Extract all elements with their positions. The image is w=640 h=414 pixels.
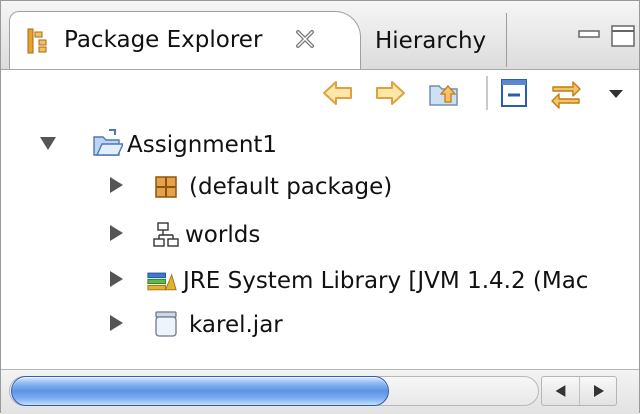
collapsed-triangle-icon[interactable] [107,224,125,242]
horizontal-scrollbar[interactable] [1,369,639,414]
collapse-all-icon[interactable] [497,76,531,110]
tree-row-karel-jar[interactable]: karel.jar [1,306,639,348]
link-with-editor-icon[interactable] [549,76,583,110]
tree-item-label: Assignment1 [127,132,278,158]
tree-row-jre-library[interactable]: JRE System Library [JVM 1.4.2 (Mac [1,262,639,304]
tree-item-label: (default package) [189,174,393,200]
view-tab-bar: Package Explorer Hierarchy [1,1,639,70]
tree-item-label: worlds [185,222,261,248]
scroll-right-icon[interactable] [580,377,618,405]
scroll-corner [619,370,639,414]
collapsed-triangle-icon[interactable] [107,314,125,332]
up-folder-icon[interactable] [427,76,461,110]
package-tree: Assignment1 (default package) worlds JRE… [1,116,639,356]
back-arrow-icon[interactable] [321,76,355,110]
project-folder-icon [93,129,123,156]
tab-package-explorer[interactable]: Package Explorer [9,11,361,69]
jar-icon [155,311,177,337]
view-toolbar [1,70,639,116]
package-explorer-icon [27,28,47,54]
folder-tree-icon [153,222,179,247]
tab-hierarchy-label: Hierarchy [375,28,487,54]
toolbar-separator [486,76,488,110]
package-icon [155,176,177,198]
tab-hierarchy[interactable]: Hierarchy [361,13,507,67]
package-explorer-view: Package Explorer Hierarchy Assignment1 (… [0,0,640,414]
tree-item-label: JRE System Library [JVM 1.4.2 (Mac [183,268,589,294]
collapsed-triangle-icon[interactable] [107,270,125,288]
collapsed-triangle-icon[interactable] [107,176,125,194]
scroll-left-icon[interactable] [542,377,580,405]
tab-package-explorer-label: Package Explorer [64,27,263,53]
close-icon[interactable] [294,28,316,50]
expanded-triangle-icon[interactable] [39,134,57,152]
scroll-arrow-buttons [541,376,617,406]
maximize-icon[interactable] [609,23,637,49]
minimize-icon[interactable] [575,23,603,49]
forward-arrow-icon[interactable] [373,76,407,110]
scrollbar-thumb[interactable] [11,376,389,406]
tree-row-root[interactable]: Assignment1 [1,126,639,168]
tree-row-worlds[interactable]: worlds [1,216,639,258]
tree-item-label: karel.jar [189,312,283,338]
tree-row-default-package[interactable]: (default package) [1,168,639,210]
library-icon [147,272,177,291]
view-menu-icon[interactable] [599,76,633,110]
